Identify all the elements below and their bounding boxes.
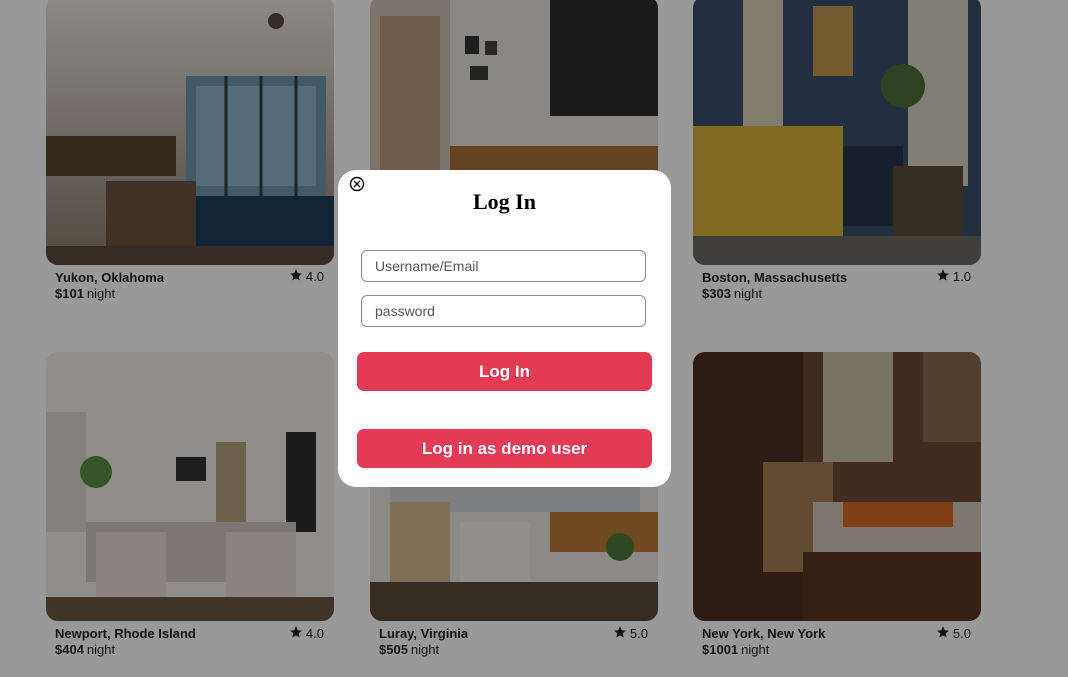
demo-login-button[interactable]: Log in as demo user xyxy=(357,429,652,468)
login-modal: Log In Log In Log in as demo user xyxy=(338,170,671,487)
login-button[interactable]: Log In xyxy=(357,352,652,391)
password-input[interactable] xyxy=(361,295,646,327)
modal-title: Log In xyxy=(473,189,536,214)
username-input[interactable] xyxy=(361,250,646,282)
